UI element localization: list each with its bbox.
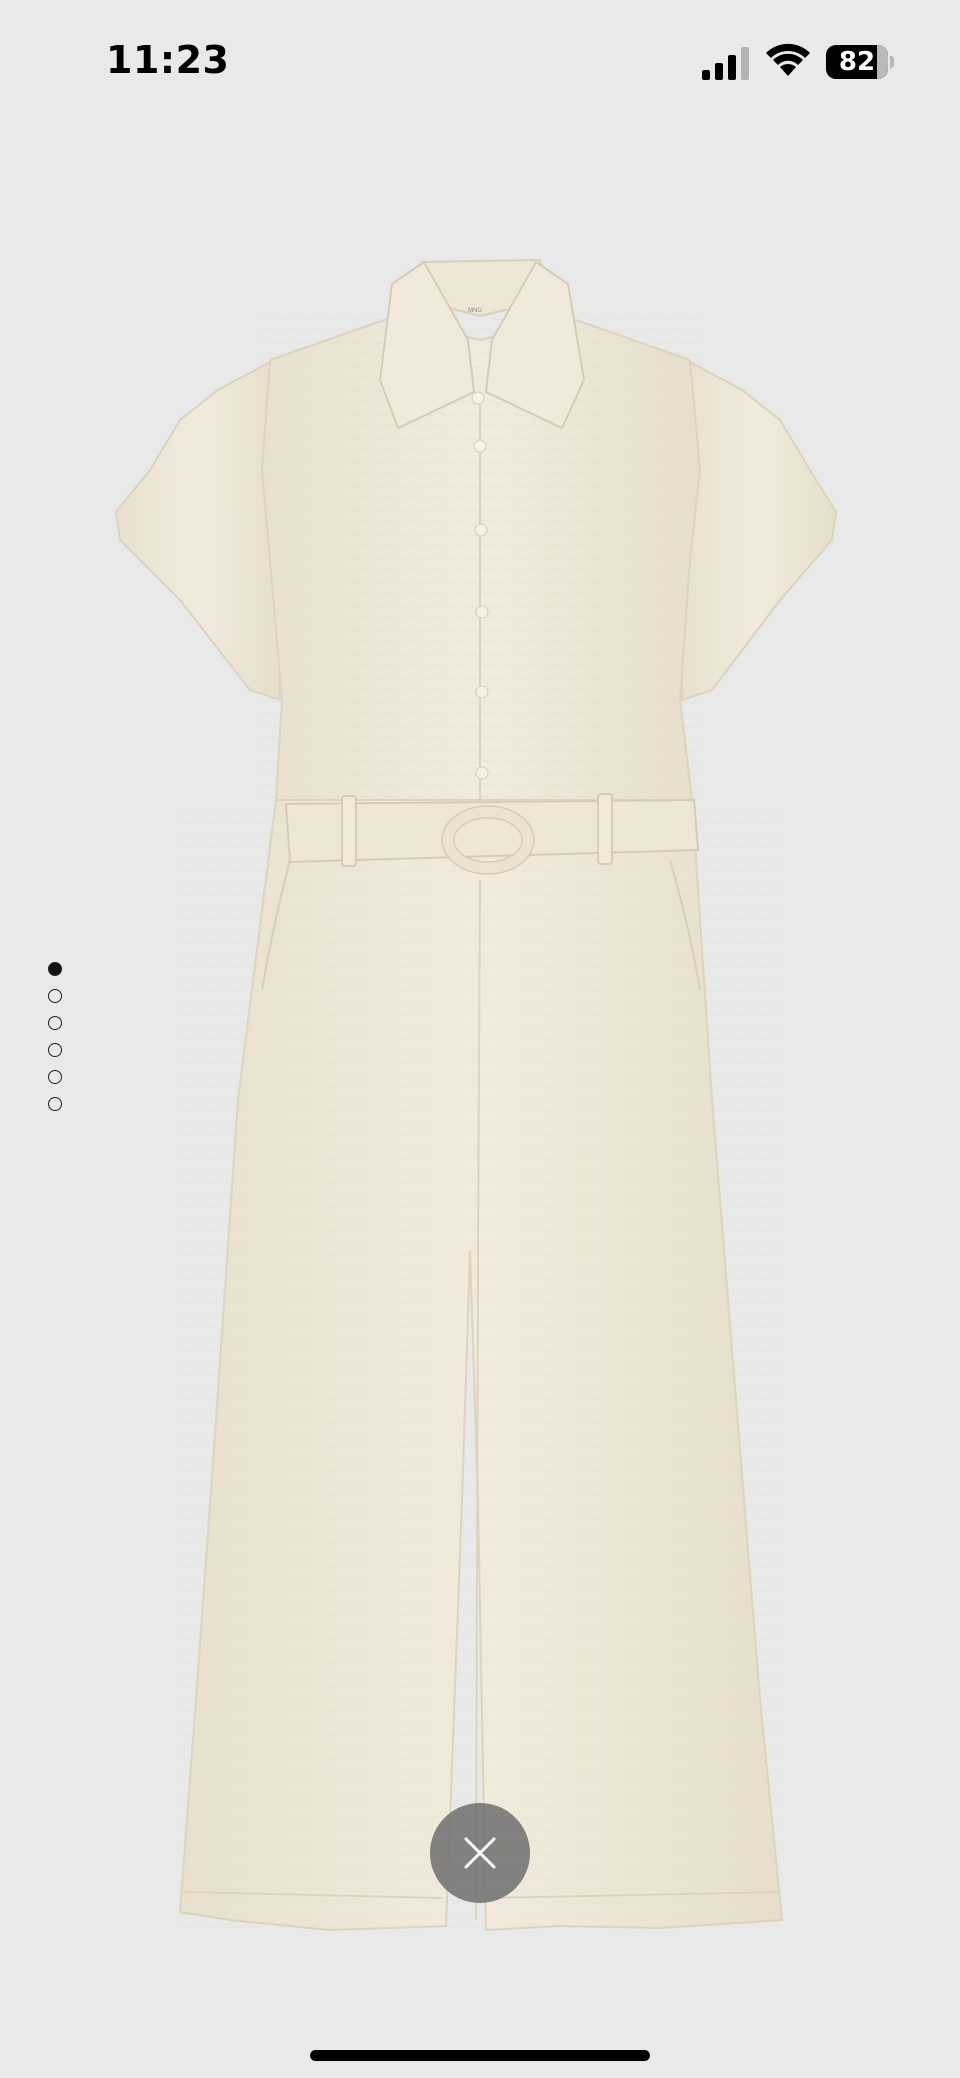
right-sleeve [680, 360, 838, 702]
close-button[interactable] [430, 1803, 530, 1903]
status-time: 11:23 [106, 38, 230, 82]
left-sleeve [114, 360, 282, 702]
pager-dot[interactable] [48, 1043, 62, 1057]
battery-icon: 82 [826, 45, 894, 81]
pager-dot[interactable] [48, 962, 62, 976]
signal-icon [702, 47, 749, 80]
home-indicator[interactable] [310, 2050, 650, 2061]
pager-dot[interactable] [48, 1070, 62, 1084]
pager-dot[interactable] [48, 1016, 62, 1030]
product-image[interactable]: MNG [0, 0, 960, 2078]
close-icon [464, 1837, 496, 1869]
product-gallery-screen: MNG 11:23 82 [0, 0, 960, 2078]
status-bar: 11:23 82 [0, 0, 960, 120]
wifi-icon [766, 43, 810, 76]
battery-level-text: 82 [838, 47, 876, 77]
image-pager [48, 962, 68, 1124]
pager-dot[interactable] [48, 1097, 62, 1111]
brand-label-text: MNG [468, 308, 482, 314]
pager-dot[interactable] [48, 989, 62, 1003]
